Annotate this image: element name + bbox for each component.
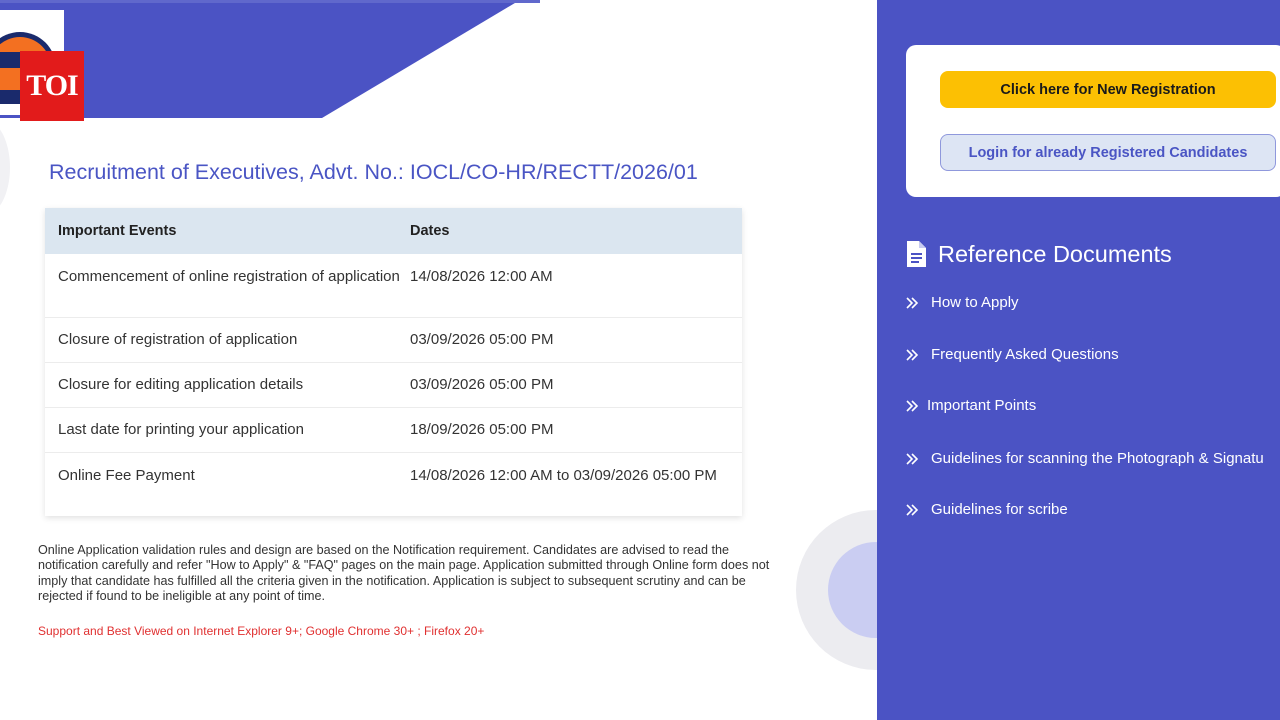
event-cell: Closure for editing application details [58,376,304,393]
table-row: Commencement of online registration of a… [45,254,742,318]
date-cell: 14/08/2026 12:00 AM [410,268,553,285]
browser-support-note: Support and Best Viewed on Internet Expl… [38,624,485,638]
event-cell: Last date for printing your application [58,421,304,438]
important-events-table: Important Events Dates Commencement of o… [45,208,742,516]
ref-link-label: Guidelines for scanning the Photograph &… [931,450,1264,467]
double-chevron-right-icon [905,503,919,517]
new-registration-button[interactable]: Click here for New Registration [940,71,1276,108]
column-header-dates: Dates [410,223,450,239]
ref-link-scanning-guidelines[interactable]: Guidelines for scanning the Photograph &… [905,450,1264,467]
reference-title: Reference Documents [938,240,1172,267]
page-title: Recruitment of Executives, Advt. No.: IO… [49,160,698,184]
decorative-arc [0,120,10,215]
date-cell: 03/09/2026 05:00 PM [410,376,554,393]
event-cell: Closure of registration of application [58,331,298,348]
double-chevron-right-icon [905,399,919,413]
table-row: Closure of registration of application 0… [45,318,742,363]
ref-link-label: Important Points [927,397,1037,414]
table-row: Closure for editing application details … [45,363,742,408]
document-icon [905,240,927,268]
reference-documents-heading: Reference Documents [905,240,1172,268]
date-cell: 03/09/2026 05:00 PM [410,331,554,348]
ref-link-how-to-apply[interactable]: How to Apply [905,294,1019,311]
table-header: Important Events Dates [45,208,742,254]
ref-link-label: Frequently Asked Questions [931,346,1119,363]
registration-card [906,45,1280,197]
ref-link-label: How to Apply [931,294,1019,311]
table-row: Last date for printing your application … [45,408,742,453]
date-cell: 14/08/2026 12:00 AM to 03/09/2026 05:00 … [410,467,717,484]
double-chevron-right-icon [905,296,919,310]
ref-link-important-points[interactable]: Important Points [905,397,1036,414]
column-header-events: Important Events [58,223,177,239]
toi-logo: TOI [20,51,84,121]
event-cell: Commencement of online registration of a… [58,268,400,285]
ref-link-scribe-guidelines[interactable]: Guidelines for scribe [905,501,1068,518]
date-cell: 18/09/2026 05:00 PM [410,421,554,438]
ref-link-faq[interactable]: Frequently Asked Questions [905,346,1119,363]
login-button[interactable]: Login for already Registered Candidates [940,134,1276,171]
double-chevron-right-icon [905,348,919,362]
table-row: Online Fee Payment 14/08/2026 12:00 AM t… [45,453,742,516]
double-chevron-right-icon [905,452,919,466]
event-cell: Online Fee Payment [58,467,195,484]
application-note: Online Application validation rules and … [38,543,770,604]
ref-link-label: Guidelines for scribe [931,501,1068,518]
